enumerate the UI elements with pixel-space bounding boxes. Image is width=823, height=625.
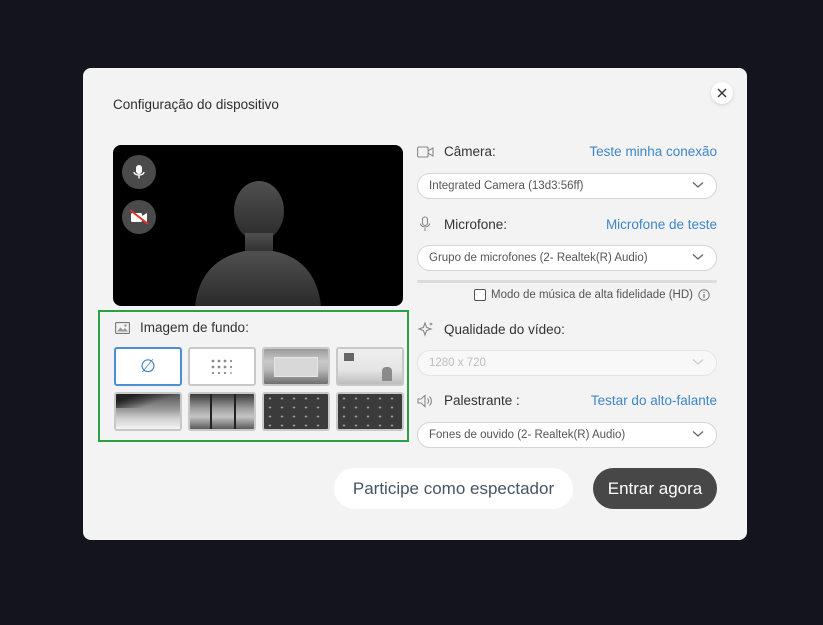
background-image-panel: Imagem de fundo: ∅: [98, 310, 409, 442]
microphone-icon: [133, 165, 145, 179]
speaker-select[interactable]: Fones de ouvido (2- Realtek(R) Audio): [417, 422, 717, 448]
hd-music-mode-checkbox[interactable]: [474, 289, 486, 301]
room-image-2: [338, 349, 402, 384]
background-thumbnails: ∅: [114, 347, 404, 431]
image-icon: [115, 321, 130, 334]
mute-mic-button[interactable]: [122, 155, 156, 189]
chevron-down-icon: [692, 254, 704, 260]
join-now-button[interactable]: Entrar agora: [593, 468, 717, 509]
microphone-row: Microfone: Microfone de teste: [417, 216, 717, 232]
blur-icon: [211, 359, 233, 374]
microphone-select-value: Grupo de microfones (2- Realtek(R) Audio…: [429, 252, 648, 264]
background-label: Imagem de fundo:: [115, 320, 249, 335]
background-room-thumbnail-2[interactable]: [336, 347, 404, 386]
chevron-down-icon: [692, 359, 704, 365]
test-speaker-link[interactable]: Testar do alto-falante: [591, 393, 717, 408]
microphone-icon: [419, 216, 431, 231]
video-camera-icon: [417, 145, 434, 158]
pattern-image-1: [264, 394, 328, 429]
background-none-thumbnail[interactable]: ∅: [114, 347, 182, 386]
background-pattern-thumbnail-2[interactable]: [336, 392, 404, 431]
pattern-image-2: [338, 394, 402, 429]
camera-row: Câmera: Teste minha conexão: [417, 144, 717, 159]
microphone-select[interactable]: Grupo de microfones (2- Realtek(R) Audio…: [417, 245, 717, 271]
close-icon: [717, 88, 727, 98]
chevron-down-icon: [692, 182, 704, 188]
test-microphone-link[interactable]: Microfone de teste: [606, 217, 717, 232]
user-silhouette-icon: [195, 181, 321, 306]
video-quality-select-value: 1280 x 720: [429, 357, 486, 369]
info-icon[interactable]: [698, 289, 710, 301]
speaker-label: Palestrante :: [444, 393, 520, 408]
video-quality-select[interactable]: 1280 x 720: [417, 350, 717, 376]
quality-sparkle-icon: [417, 321, 433, 337]
video-quality-row: Qualidade do vídeo:: [417, 321, 717, 337]
video-quality-label: Qualidade do vídeo:: [444, 321, 565, 337]
hd-music-mode-label: Modo de música de alta fidelidade (HD): [491, 289, 693, 301]
background-label-text: Imagem de fundo:: [140, 320, 249, 335]
window-image: [190, 394, 254, 429]
microphone-level-bar: [417, 280, 717, 283]
background-blur-thumbnail[interactable]: [188, 347, 256, 386]
background-pattern-thumbnail-1[interactable]: [262, 392, 330, 431]
speaker-select-value: Fones de ouvido (2- Realtek(R) Audio): [429, 429, 626, 441]
background-window-thumbnail[interactable]: [188, 392, 256, 431]
camera-label: Câmera:: [444, 144, 496, 159]
video-preview: [113, 145, 403, 306]
room-image-1: [264, 349, 328, 384]
beach-image: [116, 394, 180, 429]
camera-select-value: Integrated Camera (13d3:56ff): [429, 180, 584, 192]
speaker-row: Palestrante : Testar do alto-falante: [417, 393, 717, 408]
camera-off-icon: [129, 209, 149, 225]
microphone-label: Microfone:: [444, 216, 508, 232]
test-connection-link[interactable]: Teste minha conexão: [589, 144, 717, 159]
background-room-thumbnail-1[interactable]: [262, 347, 330, 386]
background-beach-thumbnail[interactable]: [114, 392, 182, 431]
chevron-down-icon: [692, 431, 704, 437]
join-as-spectator-button[interactable]: Participe como espectador: [334, 468, 573, 509]
speaker-icon: [417, 393, 432, 408]
toggle-camera-button[interactable]: [122, 200, 156, 234]
camera-select[interactable]: Integrated Camera (13d3:56ff): [417, 173, 717, 199]
device-settings-dialog: Configuração do dispositivo Imagem de fu…: [83, 68, 747, 540]
dialog-title: Configuração do dispositivo: [113, 97, 279, 112]
close-button[interactable]: [711, 82, 733, 104]
hd-music-mode-row: Modo de música de alta fidelidade (HD): [474, 289, 710, 301]
no-background-icon: ∅: [140, 356, 156, 376]
